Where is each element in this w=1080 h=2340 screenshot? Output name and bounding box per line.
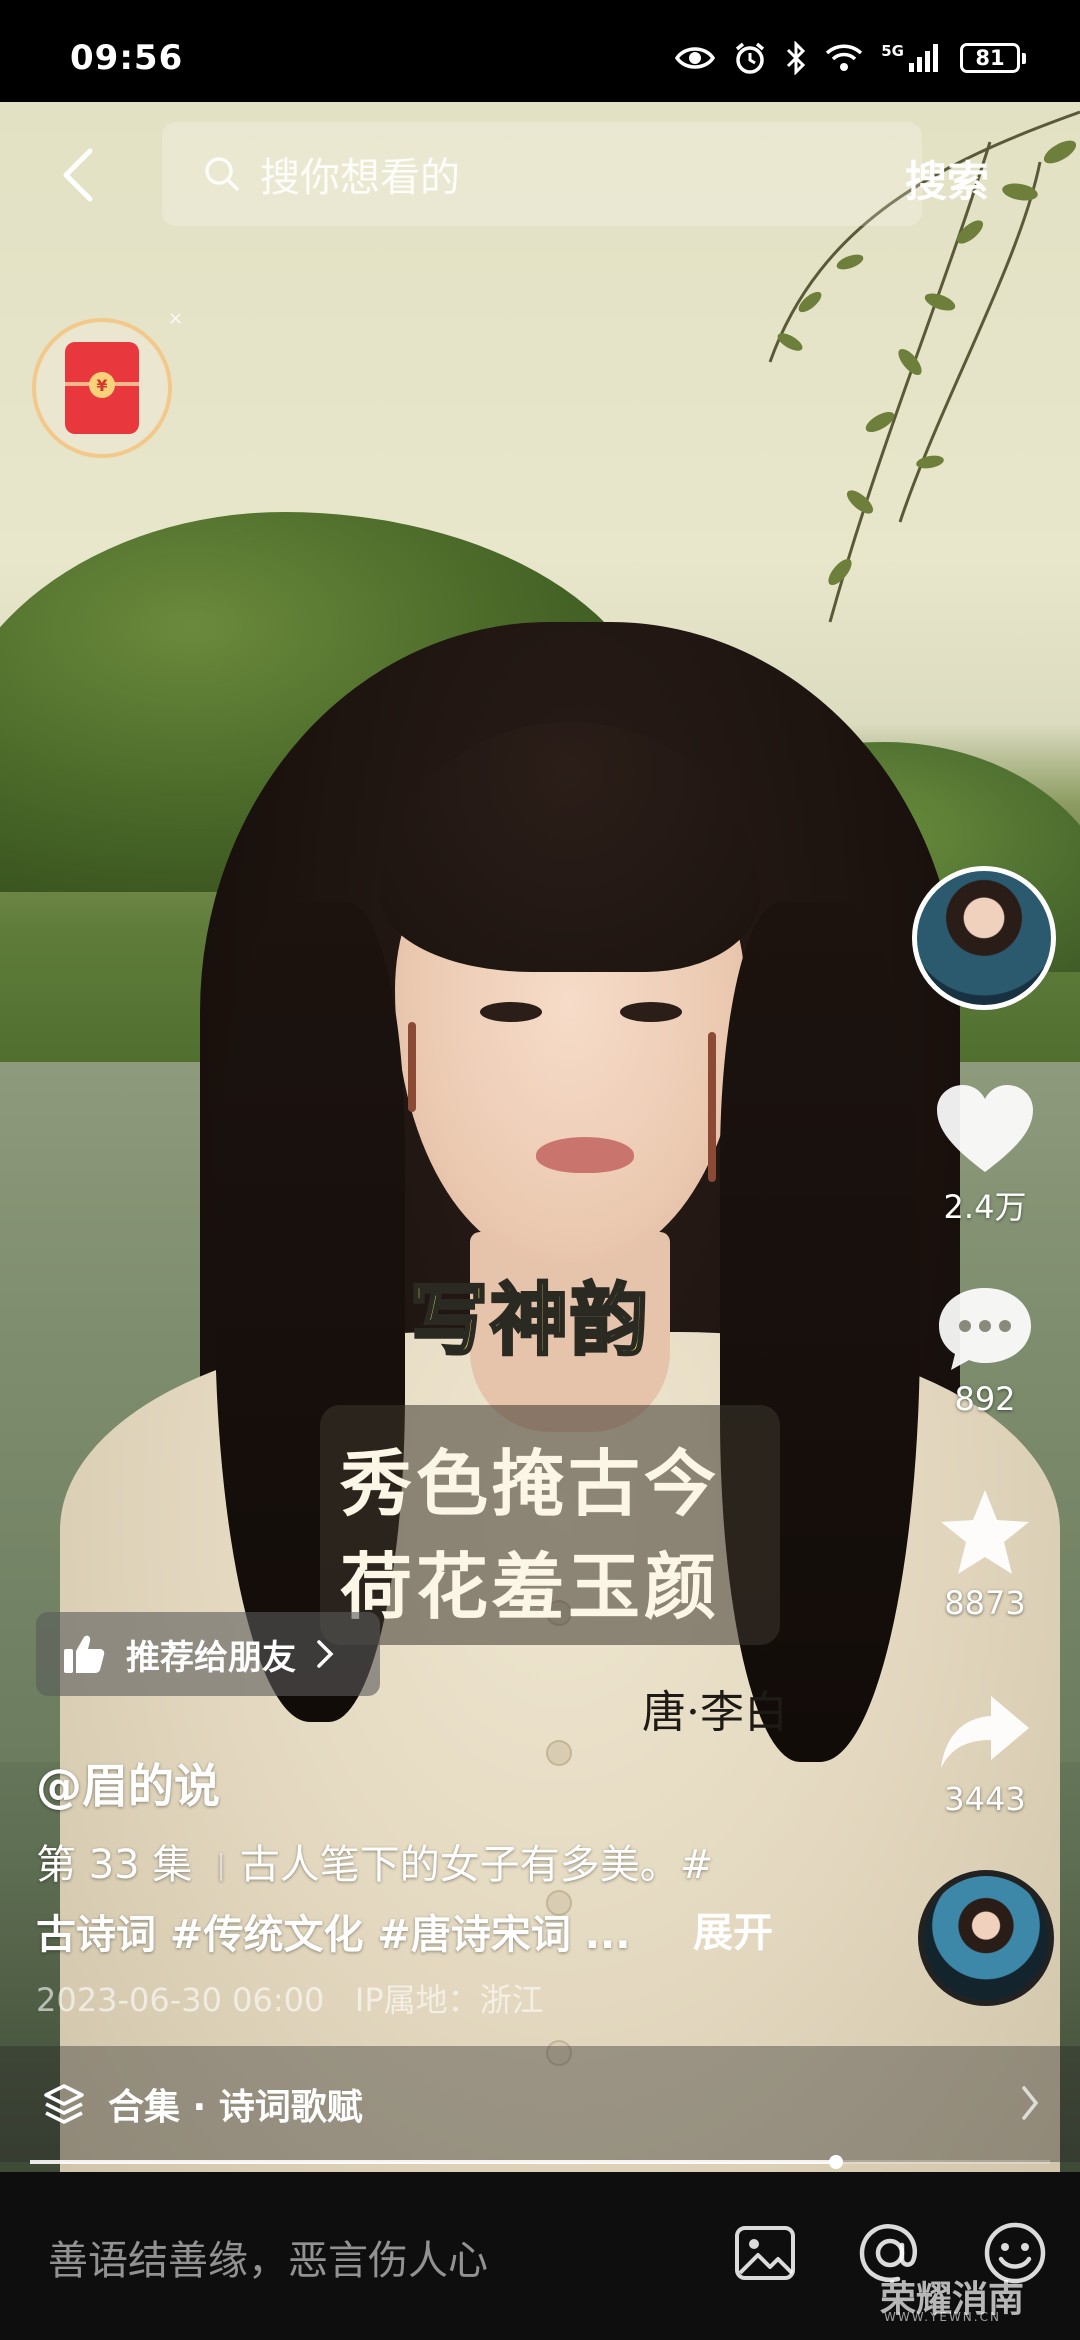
red-packet-coin: ¥	[89, 372, 115, 398]
expand-button[interactable]: 展开	[693, 1900, 773, 1958]
post-datetime: 2023-06-30 06:00	[36, 1981, 325, 2019]
like-button[interactable]: 2.4万	[930, 1082, 1040, 1228]
share-count: 3443	[944, 1780, 1026, 1818]
earring-right	[708, 1032, 716, 1182]
battery-level: 81	[975, 46, 1005, 70]
heart-icon	[937, 1085, 1033, 1172]
chat-bubble-icon	[939, 1288, 1031, 1370]
subtitle-line-2: 荷花羞玉颜	[340, 1544, 721, 1629]
search-button[interactable]: 搜索	[905, 148, 989, 209]
red-packet-widget[interactable]: ¥	[32, 318, 172, 458]
star-icon	[941, 1490, 1029, 1574]
post-text: 古人笔下的女子有多美。#	[239, 1842, 714, 1888]
collection-bar[interactable]: 合集 · 诗词歌赋	[0, 2046, 1080, 2162]
search-placeholder: 搜你想看的	[260, 155, 460, 201]
episode-label: 第 33 集	[36, 1842, 193, 1888]
like-count: 2.4万	[943, 1188, 1027, 1226]
music-disc[interactable]	[918, 1870, 1054, 2006]
playback-progress-fill	[30, 2160, 836, 2164]
post-ip-location: IP属地：浙江	[354, 1981, 544, 2019]
subtitle-keyword: 写神韵	[408, 1275, 651, 1368]
share-button[interactable]: 3443	[930, 1690, 1040, 1818]
bluetooth-icon	[787, 41, 806, 75]
status-icons: 5G 81	[675, 38, 1026, 78]
red-packet-close-button[interactable]: ×	[168, 308, 183, 329]
search-icon	[205, 157, 239, 191]
signal-icon	[909, 44, 938, 72]
status-time: 09:56	[70, 38, 184, 78]
network-type: 5G	[881, 41, 904, 60]
image-icon	[735, 2226, 795, 2280]
eye-icon	[675, 47, 716, 69]
person-eye-right	[620, 1002, 682, 1022]
post-description[interactable]: 第 33 集 | 古人笔下的女子有多美。# 古诗词 #传统文化 #唐诗宋词 ...	[36, 1830, 796, 1970]
playback-progress[interactable]	[30, 2155, 1050, 2169]
chevron-left-icon	[63, 148, 93, 202]
recommend-label: 推荐给朋友	[126, 1637, 296, 1678]
layers-icon	[44, 2084, 84, 2124]
subtitle-line-1: 秀色掩古今	[340, 1441, 721, 1526]
earring-left	[408, 1022, 416, 1112]
search-input[interactable]: 搜你想看的	[162, 122, 922, 226]
favorite-button[interactable]: 8873	[930, 1486, 1040, 1622]
post-meta: 2023-06-30 06:00 IP属地：浙江	[36, 1975, 544, 2021]
favorite-count: 8873	[944, 1584, 1026, 1622]
share-arrow-icon	[941, 1696, 1029, 1768]
alarm-icon	[736, 42, 765, 74]
recommend-to-friend-button[interactable]: 推荐给朋友	[36, 1612, 380, 1696]
red-packet-icon: ¥	[65, 342, 139, 434]
comment-count: 892	[954, 1380, 1016, 1418]
shirt-button	[548, 1742, 570, 1764]
author-name[interactable]: @眉的说	[36, 1750, 220, 1816]
person-lips	[536, 1137, 634, 1173]
creator-avatar[interactable]	[912, 866, 1056, 1010]
subtitle-author: 唐·李白	[642, 1687, 788, 1738]
post-tags[interactable]: 古诗词 #传统文化 #唐诗宋词 ...	[36, 1912, 630, 1958]
playback-progress-knob[interactable]	[828, 2155, 843, 2169]
battery-indicator: 81	[960, 43, 1026, 73]
thumbs-up-icon	[64, 1635, 105, 1673]
wifi-icon	[826, 44, 863, 71]
episode-separator: |	[216, 1848, 226, 1881]
chevron-right-icon	[317, 1640, 334, 1668]
chevron-right-icon	[1022, 2086, 1039, 2120]
comment-button[interactable]: 892	[930, 1284, 1040, 1418]
comment-input[interactable]: 善语结善缘，恶言伤人心	[48, 2228, 488, 2286]
watermark-url: WWW.YEWN.CN	[884, 2310, 1001, 2324]
back-button[interactable]	[48, 140, 108, 210]
status-bar: 09:56 5G 81	[0, 0, 1080, 102]
image-button[interactable]	[730, 2218, 800, 2288]
person-eye-left	[480, 1002, 542, 1022]
collection-label: 合集 · 诗词歌赋	[108, 2087, 363, 2128]
